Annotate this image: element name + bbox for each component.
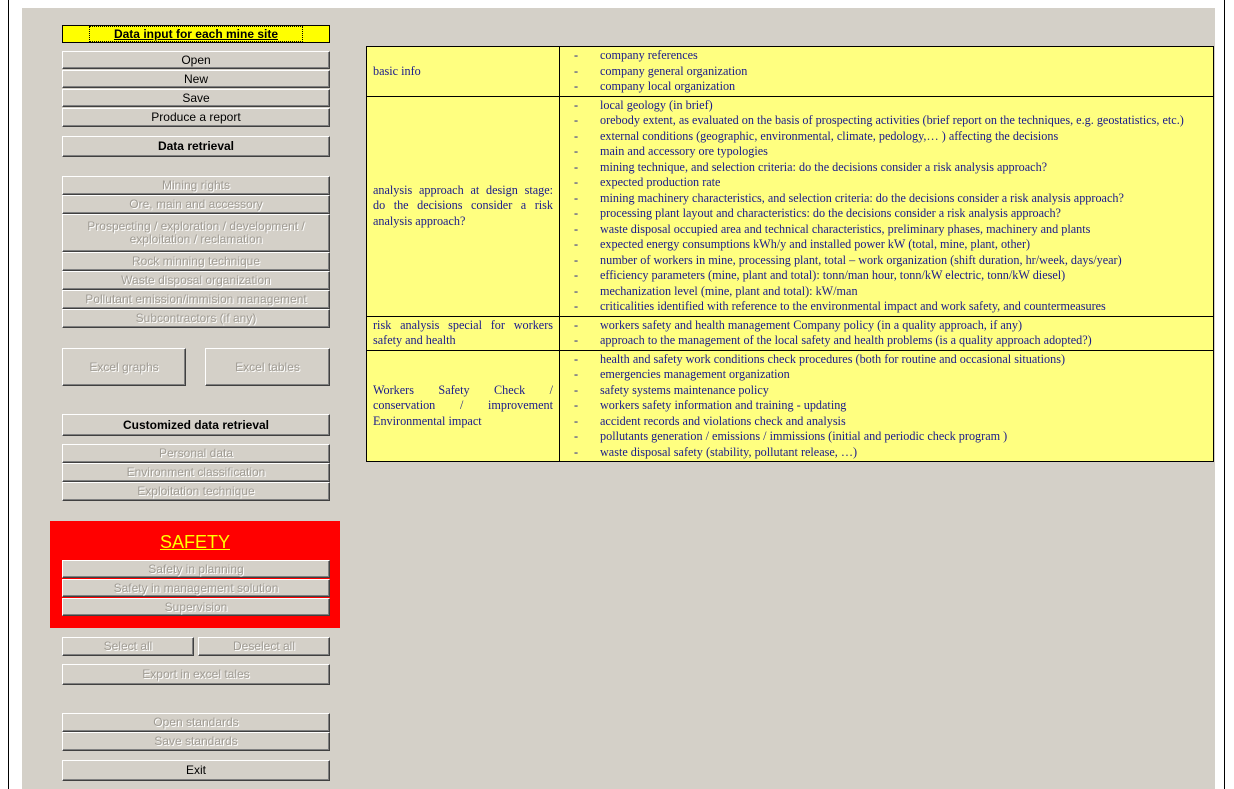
data-input-button[interactable]: Data input for each mine site [62, 25, 330, 43]
list-item: mining technique, and selection criteria… [564, 160, 1205, 176]
pollutant-button[interactable]: Pollutant emission/immision management [62, 290, 330, 309]
table-row: analysis approach at design stage: do th… [366, 95, 1214, 317]
right-border [1224, 0, 1225, 789]
rock-mining-button[interactable]: Rock minning technique [62, 252, 330, 271]
select-all-button[interactable]: Select all [62, 637, 194, 656]
list-item: criticalities identified with reference … [564, 299, 1205, 315]
list-item: emergencies management organization [564, 367, 1205, 383]
row-items: workers safety and health management Com… [559, 315, 1214, 351]
row-category: basic info [366, 46, 560, 97]
list-item: mining machinery characteristics, and se… [564, 191, 1205, 207]
item-list: company referencescompany general organi… [564, 48, 1205, 95]
list-item: workers safety information and training … [564, 398, 1205, 414]
left-border [8, 0, 9, 789]
list-item: health and safety work conditions check … [564, 352, 1205, 368]
list-item: external conditions (geographic, environ… [564, 129, 1205, 145]
list-item: processing plant layout and characterist… [564, 206, 1205, 222]
list-item: company general organization [564, 64, 1205, 80]
list-item: expected production rate [564, 175, 1205, 191]
save-button[interactable]: Save [62, 89, 330, 107]
info-table: basic infocompany referencescompany gene… [366, 46, 1214, 462]
save-standards-button[interactable]: Save standards [62, 732, 330, 751]
safety-management-button[interactable]: Safety in management solution [62, 579, 330, 597]
exit-button[interactable]: Exit [62, 760, 330, 781]
exploitation-technique-button[interactable]: Exploitation technique [62, 482, 330, 501]
list-item: local geology (in brief) [564, 98, 1205, 114]
list-item: safety systems maintenance policy [564, 383, 1205, 399]
ore-button[interactable]: Ore, main and accessory [62, 195, 330, 214]
table-row: basic infocompany referencescompany gene… [366, 46, 1214, 97]
list-item: expected energy consumptions kWh/y and i… [564, 237, 1205, 253]
row-category: analysis approach at design stage: do th… [366, 95, 560, 317]
item-list: local geology (in brief)orebody extent, … [564, 98, 1205, 315]
data-retrieval-button[interactable]: Data retrieval [62, 136, 330, 157]
list-item: pollutants generation / emissions / immi… [564, 429, 1205, 445]
open-button[interactable]: Open [62, 51, 330, 69]
export-excel-button[interactable]: Export in excel tales [62, 664, 330, 685]
deselect-all-button[interactable]: Deselect all [198, 637, 330, 656]
list-item: approach to the management of the local … [564, 333, 1205, 349]
customized-retrieval-button[interactable]: Customized data retrieval [62, 414, 330, 436]
row-items: health and safety work conditions check … [559, 349, 1214, 462]
produce-report-button[interactable]: Produce a report [62, 108, 330, 127]
excel-tables-button[interactable]: Excel tables [205, 348, 330, 386]
list-item: efficiency parameters (mine, plant and t… [564, 268, 1205, 284]
list-item: accident records and violations check an… [564, 414, 1205, 430]
subcontractors-button[interactable]: Subcontractors (if any) [62, 309, 330, 328]
personal-data-button[interactable]: Personal data [62, 444, 330, 463]
row-items: local geology (in brief)orebody extent, … [559, 95, 1214, 317]
table-row: Workers Safety Check / conservation / im… [366, 349, 1214, 462]
open-standards-button[interactable]: Open standards [62, 713, 330, 732]
mining-rights-button[interactable]: Mining rights [62, 176, 330, 195]
excel-graphs-button[interactable]: Excel graphs [62, 348, 186, 386]
item-list: workers safety and health management Com… [564, 318, 1205, 349]
info-table-container: basic infocompany referencescompany gene… [366, 46, 1214, 462]
list-item: orebody extent, as evaluated on the basi… [564, 113, 1205, 129]
safety-title: SAFETY [159, 532, 230, 552]
item-list: health and safety work conditions check … [564, 352, 1205, 461]
list-item: waste disposal safety (stability, pollut… [564, 445, 1205, 461]
waste-disposal-button[interactable]: Waste disposal organization [62, 271, 330, 290]
data-input-label: Data input for each mine site [88, 26, 304, 42]
row-category: Workers Safety Check / conservation / im… [366, 349, 560, 462]
table-row: risk analysis special for workers safety… [366, 315, 1214, 351]
supervision-button[interactable]: Supervision [62, 598, 330, 616]
row-category: risk analysis special for workers safety… [366, 315, 560, 351]
prospecting-button[interactable]: Prospecting / exploration / development … [62, 214, 330, 252]
list-item: company references [564, 48, 1205, 64]
list-item: waste disposal occupied area and technic… [564, 222, 1205, 238]
new-button[interactable]: New [62, 70, 330, 88]
list-item: main and accessory ore typologies [564, 144, 1205, 160]
list-item: workers safety and health management Com… [564, 318, 1205, 334]
safety-planning-button[interactable]: Safety in planning [62, 560, 330, 578]
environment-classification-button[interactable]: Environment classification [62, 463, 330, 482]
row-items: company referencescompany general organi… [559, 46, 1214, 97]
list-item: number of workers in mine, processing pl… [564, 253, 1205, 269]
list-item: mechanization level (mine, plant and tot… [564, 284, 1205, 300]
list-item: company local organization [564, 79, 1205, 95]
